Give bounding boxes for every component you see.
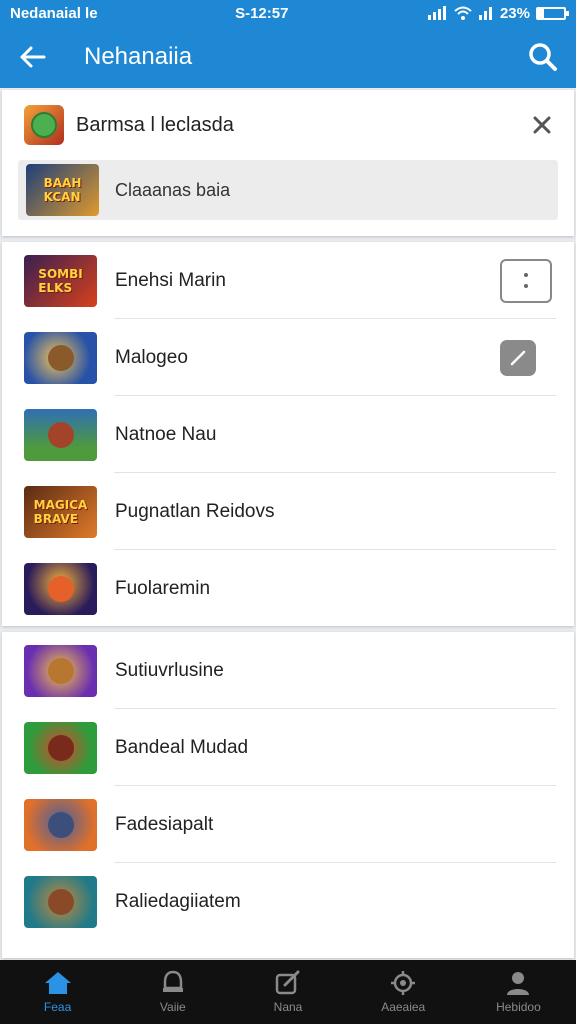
arrow-left-icon [20, 46, 46, 68]
signal-icon-2 [478, 7, 492, 20]
nav-item-profile[interactable]: Hebidoo [461, 960, 576, 1024]
game-thumbnail [24, 875, 97, 928]
current-game-label: Barmsa l leclasda [76, 113, 234, 136]
nav-label: Vaiie [159, 1000, 186, 1014]
more-button[interactable] [500, 258, 552, 303]
search-icon [529, 43, 557, 71]
edit-button[interactable] [500, 339, 536, 376]
list-item[interactable]: SOMBI ELKS Enehsi Marin [2, 242, 574, 319]
list-item[interactable]: Fuolaremin [2, 550, 574, 627]
nav-label: Nana [273, 1000, 303, 1014]
nav-label: Aaeaiea [381, 1000, 426, 1014]
list-item[interactable]: Natnoe Nau [2, 396, 574, 473]
list-item[interactable]: Bandeal Mudad [2, 709, 574, 786]
nav-item-compose[interactable]: Nana [230, 960, 345, 1024]
status-bar: Nedanaial le S-12:57 23% [0, 0, 576, 26]
game-thumbnail [24, 562, 97, 615]
wifi-icon [454, 6, 472, 20]
game-thumbnail [24, 331, 97, 384]
game-thumbnail [24, 798, 97, 851]
game-thumbnail [24, 644, 97, 697]
list-item[interactable]: MAGICA BRAVE Pugnatlan Reidovs [2, 473, 574, 550]
game-thumbnail [24, 408, 97, 461]
game-list-b: Sutiuvrlusine Bandeal Mudad Fadesiapalt … [2, 632, 574, 958]
current-game-row[interactable]: Barmsa l leclasda [2, 90, 574, 160]
page-title: Nehanaiia [84, 43, 193, 70]
list-item[interactable]: Raliedagiiatem [2, 863, 574, 940]
nav-label: Hebidoo [496, 1000, 541, 1014]
carrier-label: Nedanaial le [10, 4, 98, 22]
profile-icon [507, 972, 530, 995]
close-icon [533, 116, 551, 134]
game-thumbnail: MAGICA BRAVE [24, 485, 97, 538]
list-item[interactable]: Fadesiapalt [2, 786, 574, 863]
list-item[interactable]: Malogeo [2, 319, 574, 396]
more-vertical-icon [524, 272, 528, 288]
list-item-label: Raliedagiiatem [115, 890, 241, 912]
list-item-label: Sutiuvrlusine [115, 659, 224, 681]
home-icon [44, 972, 71, 994]
game-thumbnail [24, 721, 97, 774]
game-list-a: SOMBI ELKS Enehsi Marin Malogeo Natnoe Na… [2, 242, 574, 626]
app-bar: Nehanaiia [0, 26, 576, 88]
battery-icon [535, 6, 569, 20]
list-item-label: Pugnatlan Reidovs [115, 500, 275, 522]
settings-icon [391, 971, 416, 995]
current-game-card: Barmsa l leclasda BAAH KCAN Claaanas baia [2, 90, 574, 236]
search-button[interactable] [528, 42, 558, 72]
game-thumbnail [24, 105, 64, 145]
close-button[interactable] [532, 115, 552, 135]
back-button[interactable] [18, 45, 46, 69]
nav-item-settings[interactable]: Aaeaiea [346, 960, 461, 1024]
edit-square-icon [275, 970, 300, 995]
list-item-label: Malogeo [115, 346, 188, 368]
game-thumbnail: BAAH KCAN [26, 164, 99, 216]
bottom-navigation: Feaa Vaiie Nana Aaeaiea Hebidoo [0, 960, 576, 1024]
clock: S-12:57 [235, 4, 289, 22]
alert-icon [162, 970, 183, 992]
list-item-label: Fuolaremin [115, 577, 211, 599]
list-item-label: Bandeal Mudad [115, 736, 249, 758]
list-item[interactable]: Sutiuvrlusine [2, 632, 574, 709]
nav-item-alerts[interactable]: Vaiie [115, 960, 230, 1024]
list-item-label: Enehsi Marin [115, 269, 226, 291]
list-item-label: Fadesiapalt [115, 813, 214, 835]
pencil-icon [510, 350, 526, 365]
list-item-label: Natnoe Nau [115, 423, 217, 445]
nav-label: Feaa [43, 1000, 72, 1014]
battery-percent: 23% [499, 4, 530, 22]
status-indicators: 23% [426, 4, 569, 22]
selected-game-row[interactable]: BAAH KCAN Claaanas baia [18, 160, 558, 220]
signal-icon [427, 6, 446, 20]
selected-game-label: Claaanas baia [115, 179, 231, 200]
game-thumbnail: SOMBI ELKS [24, 254, 97, 307]
nav-item-home[interactable]: Feaa [0, 960, 115, 1024]
